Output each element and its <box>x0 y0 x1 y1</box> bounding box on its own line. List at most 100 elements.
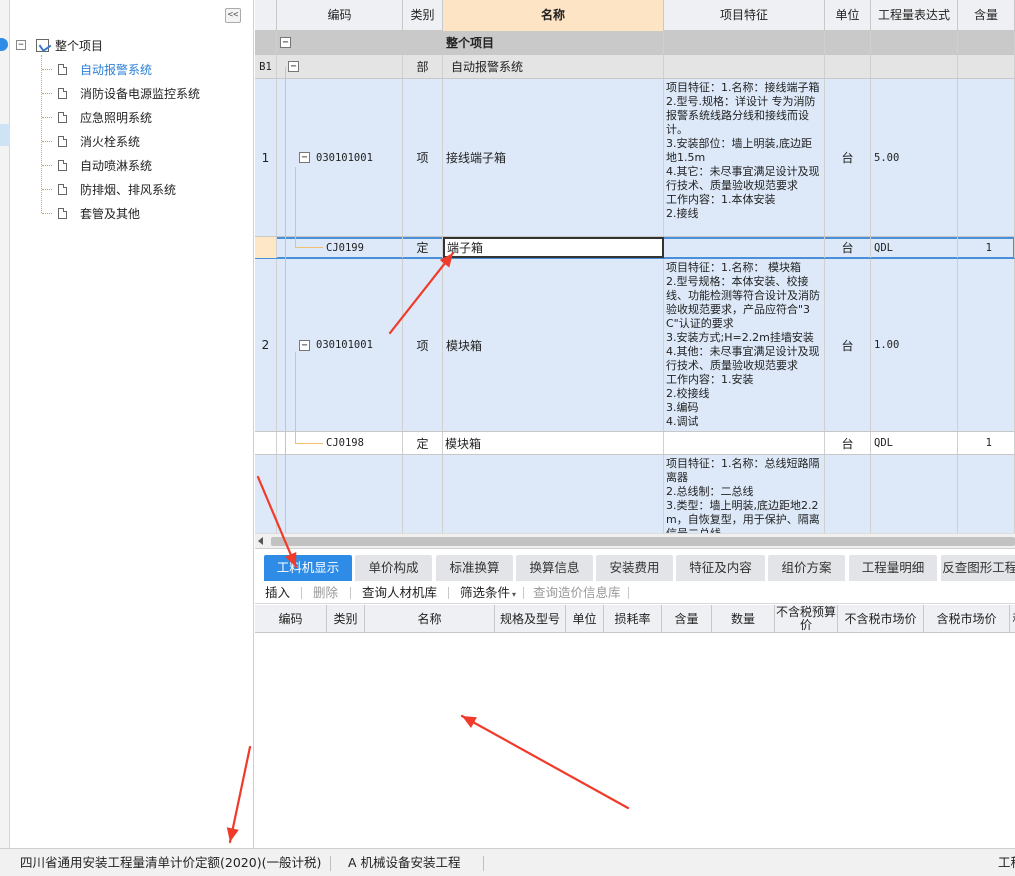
unit-cell[interactable]: 台 <box>825 79 871 236</box>
tree-item[interactable]: 消防设备电源监控系统 <box>42 83 200 103</box>
qty-expression-cell[interactable]: QDL <box>871 432 958 454</box>
project-row[interactable]: − 整个项目 <box>255 31 1015 55</box>
grid-column-header[interactable]: 含量 <box>958 0 1015 31</box>
scrollbar-thumb[interactable] <box>271 537 1015 546</box>
insert-button[interactable]: 插入 <box>265 585 290 601</box>
row-collapse-toggle[interactable]: − <box>299 339 310 351</box>
grid-column-header[interactable]: 名称 <box>443 0 664 31</box>
tree-item[interactable]: 套管及其他 <box>42 203 140 223</box>
grid-horizontal-scrollbar[interactable] <box>255 533 1015 548</box>
detail-tab[interactable]: 特征及内容 <box>676 555 765 581</box>
material-column-header[interactable]: 数量 <box>712 605 775 633</box>
name-cell[interactable]: 模块箱 <box>443 259 664 431</box>
qty-expression-cell[interactable]: 1.00 <box>871 259 958 431</box>
tree-item[interactable]: 消火栓系统 <box>42 131 140 151</box>
material-grid-body[interactable] <box>255 634 1015 849</box>
quota-row[interactable]: CJ0199 定端子箱台 QDL 1 <box>255 237 1015 259</box>
unit-cell[interactable]: 台 <box>825 432 871 454</box>
qty-expression-cell[interactable] <box>871 455 958 533</box>
tree-item[interactable]: 应急照明系统 <box>42 107 152 127</box>
material-column-header[interactable]: 类别 <box>327 605 365 633</box>
bill-item-row[interactable]: 1 −030101001 项接线端子箱 项目特征：1.名称：接线端子箱 2.型号.规格… <box>255 79 1015 237</box>
feature-cell[interactable] <box>664 237 825 258</box>
delete-button[interactable]: 删除 <box>313 585 338 601</box>
content-cell <box>958 55 1015 78</box>
grid-column-header[interactable]: 工程量表达式 <box>871 0 958 31</box>
material-column-header[interactable]: 规格及型号 <box>495 605 566 633</box>
grid-column-header[interactable]: 单位 <box>825 0 871 31</box>
feature-cell[interactable]: 项目特征：1.名称：总线短路隔离器 2.总线制：二总线 3.类型：墙上明装,底边… <box>664 455 825 533</box>
status-right-item[interactable]: 工程 <box>998 849 1015 876</box>
type-cell[interactable]: 定 <box>403 237 443 258</box>
feature-cell <box>664 31 825 54</box>
detail-tab[interactable]: 单价构成 <box>355 555 432 581</box>
tree-item[interactable]: 防排烟、排风系统 <box>42 179 176 199</box>
detail-tab[interactable]: 标准换算 <box>436 555 513 581</box>
grid-column-header[interactable]: 类别 <box>403 0 443 31</box>
name-cell[interactable] <box>443 455 664 533</box>
project-name-cell[interactable]: 整个项目 <box>443 31 664 54</box>
material-column-header[interactable]: 不含税预算价 <box>775 605 838 633</box>
feature-cell[interactable]: 项目特征：1.名称： 模块箱 2.型号规格：本体安装、校接线、功能检测等符合设计… <box>664 259 825 431</box>
material-column-header[interactable]: 含税市场价 <box>924 605 1010 633</box>
content-cell[interactable] <box>958 79 1015 236</box>
type-cell[interactable]: 定 <box>403 432 443 454</box>
code-cell[interactable] <box>277 455 403 533</box>
division-row[interactable]: B1− 部自动报警系统 <box>255 55 1015 79</box>
content-cell[interactable]: 1 <box>958 237 1015 258</box>
content-cell[interactable] <box>958 259 1015 431</box>
content-cell[interactable] <box>958 455 1015 533</box>
type-cell[interactable]: 项 <box>403 259 443 431</box>
name-cell[interactable]: 自动报警系统 <box>443 55 664 78</box>
content-cell[interactable]: 1 <box>958 432 1015 454</box>
quota-row[interactable]: CJ0198 定模块箱台 QDL 1 <box>255 432 1015 455</box>
query-material-library-button[interactable]: 查询人材机库 <box>362 585 437 601</box>
material-grid-header: 编码类别名称规格及型号单位损耗率含量数量不含税预算价不含税市场价含税市场价税率 <box>255 605 1015 633</box>
row-collapse-toggle[interactable]: − <box>299 152 310 163</box>
detail-tab[interactable]: 反查图形工程量 <box>941 555 1015 581</box>
detail-tab[interactable]: 安装费用 <box>596 555 673 581</box>
type-cell[interactable] <box>403 455 443 533</box>
quota-name-cell[interactable]: 端子箱 <box>443 237 664 258</box>
tree-item[interactable]: 自动报警系统 <box>42 59 152 79</box>
feature-cell[interactable]: 项目特征：1.名称：接线端子箱 2.型号.规格：详设计 专为消防报警系统线路分线… <box>664 79 825 236</box>
material-column-header[interactable]: 含量 <box>662 605 712 633</box>
profession-item[interactable]: A 机械设备安装工程 <box>348 849 461 876</box>
left-nav-strip <box>0 0 10 848</box>
row-collapse-toggle[interactable]: − <box>280 37 291 48</box>
detail-tab[interactable]: 工料机显示 <box>264 555 352 581</box>
unit-cell[interactable] <box>825 455 871 533</box>
material-column-header[interactable]: 税率 <box>1010 605 1015 633</box>
qty-cell <box>871 55 958 78</box>
grid-column-header[interactable]: 编码 <box>277 0 403 31</box>
name-cell[interactable]: 接线端子箱 <box>443 79 664 236</box>
type-cell[interactable]: 项 <box>403 79 443 236</box>
material-column-header[interactable]: 损耗率 <box>604 605 662 633</box>
detail-tab[interactable]: 组价方案 <box>768 555 845 581</box>
grid-column-header[interactable]: 项目特征 <box>664 0 825 31</box>
unit-cell[interactable]: 台 <box>825 259 871 431</box>
quota-standard-item[interactable]: 四川省通用安装工程量清单计价定额(2020)(一般计税) <box>20 849 321 876</box>
query-price-info-button[interactable]: 查询造价信息库 <box>533 585 621 601</box>
tree-collapse-toggle[interactable]: − <box>16 40 26 50</box>
row-collapse-toggle[interactable]: − <box>288 61 299 72</box>
detail-tab[interactable]: 换算信息 <box>516 555 593 581</box>
collapse-panel-button[interactable]: << <box>225 8 241 23</box>
material-column-header[interactable]: 单位 <box>566 605 604 633</box>
qty-expression-cell[interactable]: QDL <box>871 237 958 258</box>
bill-item-row[interactable]: 项目特征：1.名称：总线短路隔离器 2.总线制：二总线 3.类型：墙上明装,底边… <box>255 455 1015 533</box>
material-column-header[interactable]: 编码 <box>255 605 327 633</box>
detail-tab[interactable]: 工程量明细 <box>849 555 937 581</box>
feature-cell[interactable] <box>664 432 825 454</box>
unit-cell[interactable]: 台 <box>825 237 871 258</box>
nav-dot-icon[interactable] <box>0 38 8 51</box>
tree-root-project[interactable]: − 整个项目 <box>16 36 103 54</box>
material-column-header[interactable]: 名称 <box>365 605 495 633</box>
qty-expression-cell[interactable]: 5.00 <box>871 79 958 236</box>
filter-dropdown[interactable]: 筛选条件 ▾ <box>460 585 516 601</box>
scroll-left-arrow-icon[interactable] <box>258 537 263 545</box>
tree-item[interactable]: 自动喷淋系统 <box>42 155 152 175</box>
quota-name-cell[interactable]: 模块箱 <box>443 432 664 454</box>
bill-item-row[interactable]: 2 −030101001 项模块箱 项目特征：1.名称： 模块箱 2.型号规格：本体安… <box>255 259 1015 432</box>
material-column-header[interactable]: 不含税市场价 <box>838 605 924 633</box>
